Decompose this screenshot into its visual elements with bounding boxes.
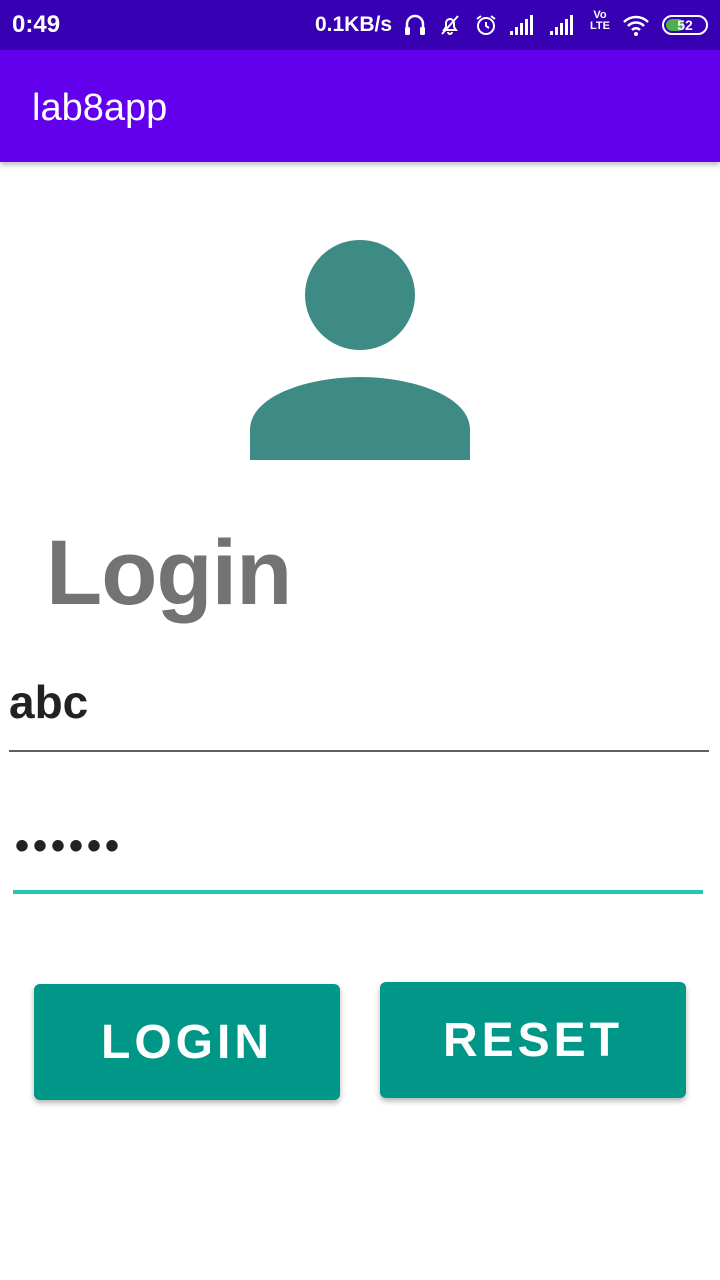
volte-icon: Vo LTE — [590, 10, 610, 40]
signal-icon — [510, 10, 538, 40]
login-button[interactable]: LOGIN — [34, 984, 340, 1100]
app-bar: lab8app — [0, 50, 720, 162]
password-value: •••••• — [15, 824, 124, 868]
volte-bottom-label: LTE — [590, 20, 610, 32]
notifications-off-icon — [438, 10, 462, 40]
status-icons: 0.1KB/s Vo LTE 52 — [315, 10, 708, 40]
status-bar: 0:49 0.1KB/s Vo LTE 52 — [0, 0, 720, 50]
reset-button[interactable]: RESET — [380, 982, 686, 1098]
login-screen: 0:49 0.1KB/s Vo LTE 52 lab8app Login abc… — [0, 0, 720, 1280]
username-value: abc — [9, 676, 89, 728]
signal-icon — [550, 10, 578, 40]
battery-level: 52 — [677, 17, 693, 33]
username-field[interactable]: abc — [9, 668, 709, 752]
status-time: 0:49 — [12, 11, 61, 38]
network-speed: 0.1KB/s — [314, 13, 393, 36]
battery-icon: 52 — [662, 10, 708, 40]
alarm-icon — [474, 10, 498, 40]
app-title: lab8app — [32, 87, 168, 129]
person-icon — [250, 240, 470, 460]
battery-body: 52 — [662, 15, 708, 35]
wifi-icon — [622, 10, 650, 40]
login-heading: Login — [46, 522, 292, 624]
password-field[interactable]: •••••• — [13, 810, 703, 894]
headset-icon — [404, 10, 426, 40]
